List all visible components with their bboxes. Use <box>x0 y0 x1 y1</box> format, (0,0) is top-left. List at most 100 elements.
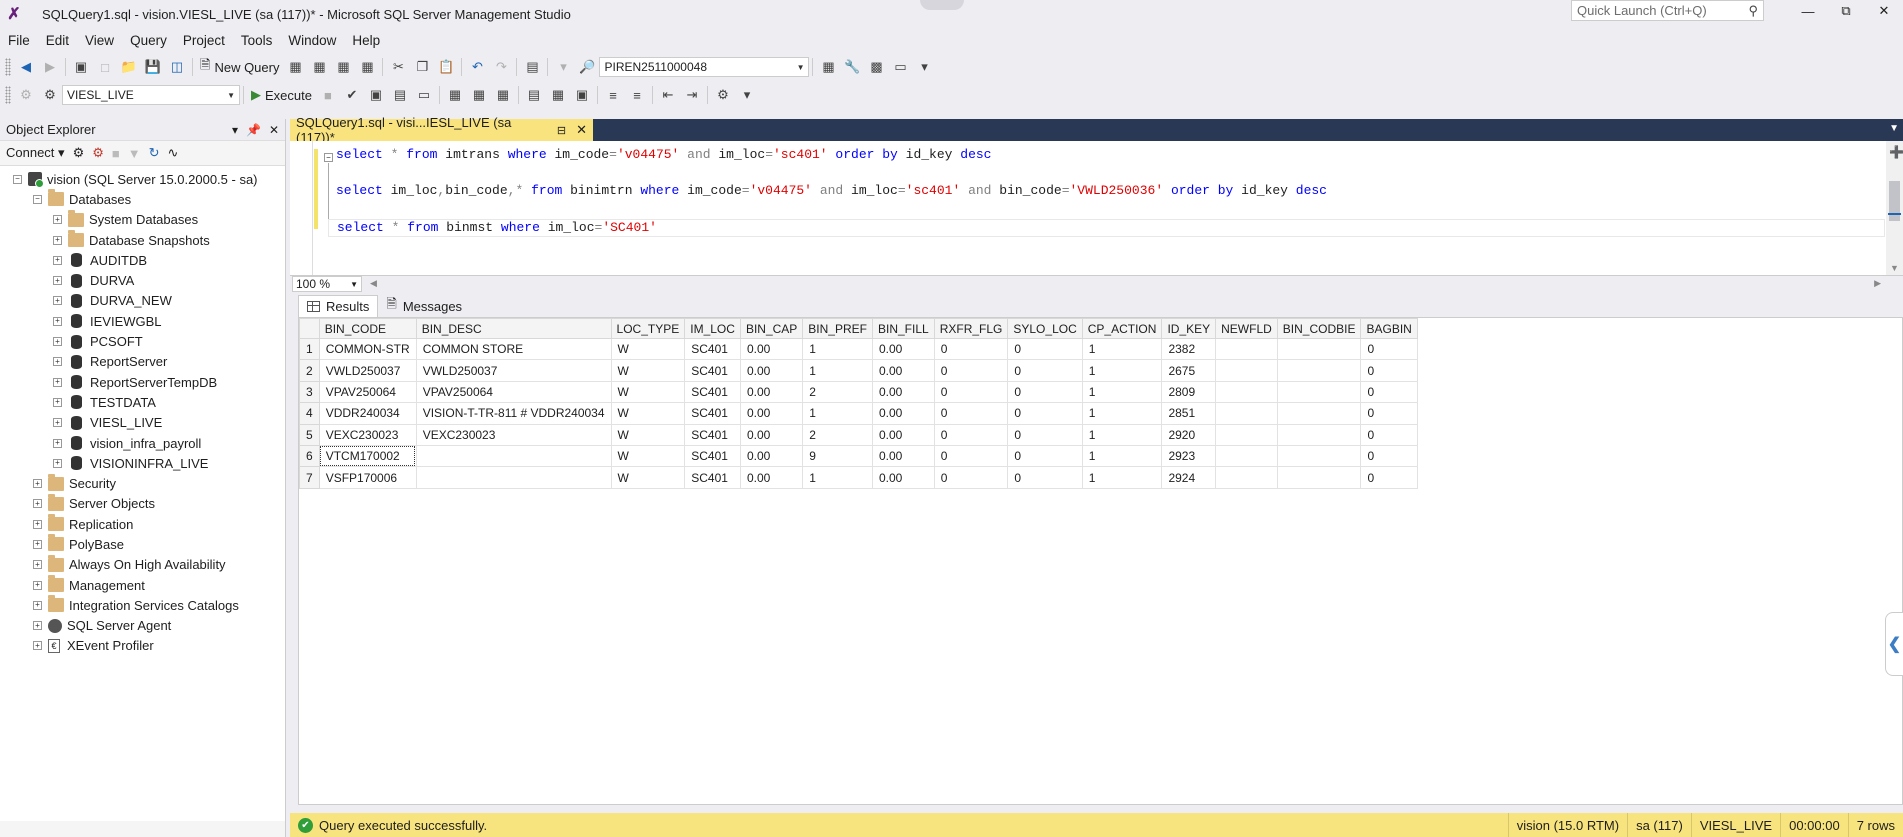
grid-cell-bagbin[interactable]: 0 <box>1360 337 1418 361</box>
stop-icon[interactable]: ■ <box>112 146 120 161</box>
properties-icon[interactable]: ▦ <box>816 56 840 78</box>
open-file-icon[interactable]: 📁 <box>117 56 141 78</box>
grid-cell-newfld[interactable] <box>1215 444 1278 468</box>
grid-cell-sylo-loc[interactable]: 0 <box>1007 444 1083 468</box>
tree-node-sql-server-agent[interactable]: + SQL Server Agent <box>0 616 285 636</box>
scroll-thumb[interactable] <box>1889 181 1900 221</box>
expand-icon[interactable]: + <box>53 276 62 286</box>
undo-icon[interactable]: ↶ <box>465 56 489 78</box>
code-line-3[interactable]: select * from binmst where im_loc='SC401… <box>328 219 1885 237</box>
grid-cell-bin-pref[interactable]: 1 <box>802 359 873 382</box>
tree-node-reportservertempdb[interactable]: + ReportServerTempDB <box>0 372 285 392</box>
display-plan-icon[interactable]: ▣ <box>364 84 388 106</box>
collapse-icon[interactable]: − <box>13 174 22 184</box>
row-number[interactable]: 2 <box>299 359 320 382</box>
menu-file[interactable]: File <box>0 33 38 48</box>
filter-icon[interactable]: ▼ <box>128 146 141 161</box>
grid-cell-newfld[interactable] <box>1215 402 1278 425</box>
grid-cell-bin-code[interactable]: VWLD250037 <box>318 359 417 382</box>
grid-cell-loc-type[interactable]: W <box>610 444 686 468</box>
close-tab-icon[interactable]: ✕ <box>576 122 587 138</box>
editor-vertical-scrollbar[interactable]: ➕ ▼ <box>1886 141 1903 275</box>
new-project-icon[interactable]: ▣ <box>69 56 93 78</box>
table-row[interactable]: 7 VSFP170006 W SC401 0.00 1 0.00 0 0 1 2924 0 <box>299 466 1418 489</box>
grid-cell-bin-pref[interactable]: 1 <box>802 402 873 425</box>
expand-icon[interactable]: + <box>53 418 62 428</box>
grid-cell-bagbin[interactable]: 0 <box>1360 359 1418 382</box>
column-header-bagbin[interactable]: BAGBIN <box>1360 318 1418 339</box>
grid-cell-bin-fill[interactable]: 0.00 <box>871 402 935 425</box>
grid-cell-bin-desc[interactable]: VISION-T-TR-811 # VDDR240034 <box>415 402 612 425</box>
grid-cell-bin-codbie[interactable] <box>1276 466 1362 489</box>
expand-icon[interactable]: + <box>33 539 42 549</box>
expand-icon[interactable]: + <box>53 296 62 306</box>
column-header-loc-type[interactable]: LOC_TYPE <box>610 318 686 339</box>
save-all-icon[interactable]: ◫ <box>165 56 189 78</box>
expand-icon[interactable]: + <box>53 255 62 265</box>
expand-icon[interactable]: + <box>33 621 42 631</box>
close-window-button[interactable]: ✕ <box>1865 0 1903 22</box>
grid-cell-id-key[interactable]: 2675 <box>1161 359 1217 382</box>
tree-node-server-objects[interactable]: + Server Objects <box>0 493 285 514</box>
stop-icon[interactable]: ■ <box>316 84 340 106</box>
copy-icon[interactable]: ❐ <box>410 56 434 78</box>
grid-cell-bin-desc[interactable]: VPAV250064 <box>415 380 612 404</box>
search-icon[interactable]: ⚲ <box>1748 3 1758 19</box>
column-header-bin-desc[interactable]: BIN_DESC <box>415 318 612 339</box>
grid-cell-sylo-loc[interactable]: 0 <box>1007 380 1083 404</box>
expand-icon[interactable]: + <box>33 499 42 509</box>
tree-node-integration-services-catalogs[interactable]: + Integration Services Catalogs <box>0 595 285 615</box>
new-query-button[interactable]: 🗎 New Query <box>196 56 283 78</box>
expand-icon[interactable]: + <box>53 215 62 225</box>
table-row[interactable]: 2 VWLD250037 VWLD250037 W SC401 0.00 1 0.00 0 0 1 2… <box>299 359 1418 382</box>
column-header-id-key[interactable]: ID_KEY <box>1161 318 1217 339</box>
tree-node-security[interactable]: + Security <box>0 473 285 493</box>
grid-cell-id-key[interactable]: 2923 <box>1161 444 1217 468</box>
tree-node-visioninfra-live[interactable]: + VISIONINFRA_LIVE <box>0 453 285 473</box>
mdx-query-icon[interactable]: ▦ <box>283 56 307 78</box>
grid-cell-bin-cap[interactable]: 0.00 <box>739 402 804 425</box>
grid-cell-id-key[interactable]: 2924 <box>1161 466 1217 489</box>
grid-cell-sylo-loc[interactable]: 0 <box>1007 423 1083 446</box>
menu-view[interactable]: View <box>77 33 122 48</box>
grid-cell-im-loc[interactable]: SC401 <box>684 423 741 446</box>
command-window-icon[interactable]: ▭ <box>888 56 912 78</box>
grid-cell-im-loc[interactable]: SC401 <box>684 466 741 489</box>
grid-cell-sylo-loc[interactable]: 0 <box>1007 359 1083 382</box>
table-row[interactable]: 1 COMMON-STR COMMON STORE W SC401 0.00 1 0.00 0 0… <box>299 337 1418 361</box>
column-header-bin-cap[interactable]: BIN_CAP <box>739 318 804 339</box>
grid-cell-id-key[interactable]: 2382 <box>1161 337 1217 361</box>
zoom-combo[interactable]: 100 % ▼ <box>292 276 362 292</box>
grid-cell-id-key[interactable]: 2920 <box>1161 423 1217 446</box>
expand-icon[interactable]: + <box>53 235 62 245</box>
row-number[interactable]: 7 <box>299 466 320 489</box>
grid-cell-rxfr-flg[interactable]: 0 <box>933 466 1009 489</box>
column-header-cp-action[interactable]: CP_ACTION <box>1081 318 1163 339</box>
column-header-bin-pref[interactable]: BIN_PREF <box>802 318 873 339</box>
grid-cell-bin-code[interactable]: VEXC230023 <box>318 423 417 446</box>
grid-cell-bin-code[interactable]: VDDR240034 <box>318 402 417 425</box>
tree-node-durva[interactable]: + DURVA <box>0 270 285 290</box>
results-to-text-icon[interactable]: ▭ <box>412 84 436 106</box>
expand-icon[interactable]: + <box>53 438 62 448</box>
grid-cell-bin-pref[interactable]: 9 <box>802 444 873 468</box>
menu-query[interactable]: Query <box>122 33 175 48</box>
expand-icon[interactable]: + <box>33 580 42 590</box>
grid-cell-sylo-loc[interactable]: 0 <box>1007 402 1083 425</box>
grid-cell-rxfr-flg[interactable]: 0 <box>933 337 1009 361</box>
close-panel-icon[interactable]: ✕ <box>269 123 279 137</box>
grid-cell-bin-desc[interactable] <box>415 466 612 489</box>
grid-cell-bin-desc[interactable]: VWLD250037 <box>415 359 612 382</box>
grid-cell-id-key[interactable]: 2851 <box>1161 402 1217 425</box>
query-designer-icon[interactable]: ▤ <box>388 84 412 106</box>
scroll-left-icon[interactable]: ◀ <box>370 278 377 289</box>
menu-tools[interactable]: Tools <box>233 33 281 48</box>
grid-cell-im-loc[interactable]: SC401 <box>684 359 741 382</box>
column-header-bin-code[interactable]: BIN_CODE <box>318 318 417 339</box>
back-icon[interactable]: ◀ <box>14 56 38 78</box>
grid-cell-loc-type[interactable]: W <box>610 466 686 489</box>
grid-cell-bin-pref[interactable]: 1 <box>802 337 873 361</box>
row-number[interactable]: 5 <box>299 423 320 446</box>
row-number[interactable]: 6 <box>299 444 320 468</box>
grid-cell-bin-code[interactable]: VTCM170002 <box>318 444 417 468</box>
